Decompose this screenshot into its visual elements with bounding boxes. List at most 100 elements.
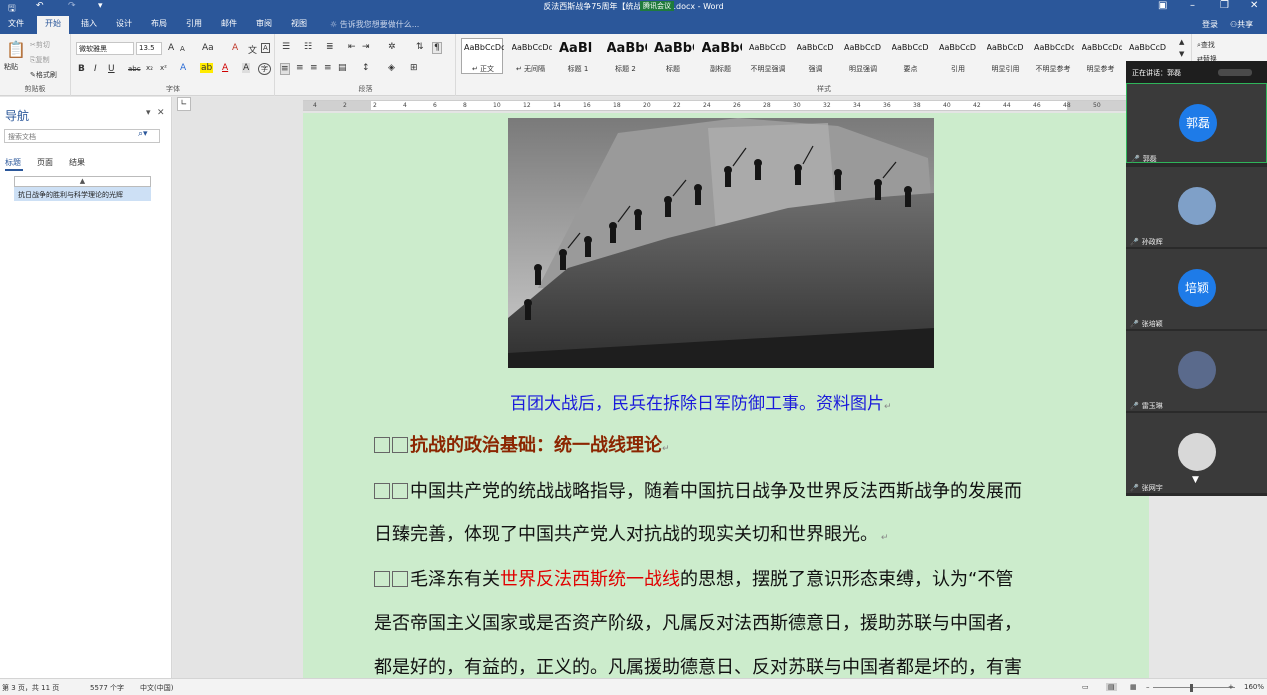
restore-button[interactable]: ❐	[1220, 0, 1229, 11]
character-border-icon[interactable]: A	[261, 43, 270, 53]
shading-icon[interactable]: ◈	[388, 63, 395, 73]
copy-button[interactable]: ⎘复制	[30, 55, 50, 65]
align-right-icon[interactable]: ≡	[310, 63, 318, 73]
share-button[interactable]: ⚇共享	[1230, 19, 1253, 30]
chinese-layout-icon[interactable]: ✲	[388, 42, 396, 52]
nav-tab-headings[interactable]: 标题	[5, 157, 21, 168]
style-tile[interactable]: AaBbCcD 明显强调	[841, 38, 883, 74]
style-tile[interactable]: AaBbCcDd ↵ 正文	[461, 38, 504, 74]
gallery-up-icon[interactable]: ▲	[1179, 38, 1184, 46]
tab-view[interactable]: 视图	[291, 18, 307, 29]
sort-icon[interactable]: ⇅	[416, 42, 424, 52]
read-mode-icon[interactable]: ▭	[1082, 683, 1089, 691]
strikethrough-icon[interactable]: abc	[128, 65, 141, 73]
sign-in-link[interactable]: 登录	[1202, 19, 1218, 30]
bold-icon[interactable]: B	[78, 64, 85, 74]
horizontal-ruler[interactable]: 4 2 2 4 6 8 10 12 14 16 18 20 22 24 26 28 30 32 34 36 38 40 42…	[303, 100, 1127, 111]
page-count[interactable]: 第 3 页，共 11 页	[2, 683, 59, 693]
historical-photo[interactable]	[508, 118, 934, 368]
gallery-down-icon[interactable]: ▼	[1179, 50, 1184, 58]
tell-me-box[interactable]: ☼ 告诉我您想要做什么...	[330, 19, 419, 30]
zoom-slider[interactable]	[1153, 687, 1235, 688]
show-marks-icon[interactable]: ¶	[432, 42, 442, 54]
zoom-level[interactable]: 160%	[1244, 683, 1264, 691]
participant-tile[interactable]: 培颖 🎤 张培颖	[1126, 249, 1267, 329]
character-shading-icon[interactable]: A	[242, 63, 251, 73]
tab-design[interactable]: 设计	[116, 18, 132, 29]
italic-icon[interactable]: I	[94, 64, 97, 74]
font-name-select[interactable]: 微软雅黑	[76, 42, 134, 55]
tab-home[interactable]: 开始	[37, 16, 69, 34]
participant-tile[interactable]: 郭磊 🎤 郭磊	[1126, 83, 1267, 163]
tab-layout[interactable]: 布局	[151, 18, 167, 29]
nav-options-icon[interactable]: ▾	[146, 108, 151, 118]
nav-close-icon[interactable]: ✕	[157, 108, 165, 118]
borders-icon[interactable]: ⊞	[410, 63, 418, 73]
clear-formatting-icon[interactable]: A	[232, 43, 238, 53]
nav-heading-item[interactable]: 抗日战争的胜利与科学理论的光辉	[14, 187, 151, 201]
numbering-icon[interactable]: ☷	[304, 42, 312, 52]
enclose-character-icon[interactable]: 字	[258, 63, 271, 75]
search-icon[interactable]: ⌕▾	[138, 129, 148, 139]
ribbon-display-options-icon[interactable]: ▣	[1158, 0, 1167, 11]
scroll-down-icon[interactable]: ▼	[1192, 475, 1199, 485]
tab-selector[interactable]: ∟	[177, 97, 191, 111]
close-button[interactable]: ✕	[1250, 0, 1258, 11]
shrink-font-icon[interactable]: A	[180, 45, 185, 53]
underline-icon[interactable]: U	[108, 64, 115, 74]
justify-icon[interactable]: ≡	[324, 63, 332, 73]
zoom-in-icon[interactable]: +	[1228, 683, 1234, 691]
paste-label[interactable]: 粘贴	[4, 62, 18, 72]
style-tile[interactable]: AaBbCcD 明显引用	[984, 38, 1026, 74]
participant-tile[interactable]: 🎤 雷玉琳	[1126, 331, 1267, 411]
line-spacing-icon[interactable]: ↕	[362, 63, 370, 73]
font-size-select[interactable]: 13.5	[136, 42, 162, 55]
format-painter-button[interactable]: ✎格式刷	[30, 70, 57, 80]
zoom-slider-knob[interactable]	[1190, 684, 1193, 692]
align-left-icon[interactable]: ≡	[280, 63, 290, 75]
style-tile[interactable]: AaBbCcDd 不明显参考	[1031, 38, 1074, 74]
style-tile[interactable]: AaBbCcD 引用	[936, 38, 978, 74]
collapse-all-icon[interactable]: ▲	[14, 176, 151, 187]
style-tile[interactable]: AaBl 标题 1	[556, 38, 598, 74]
style-tile[interactable]: AaBbCcDd ↵ 无间隔	[509, 38, 552, 74]
style-tile[interactable]: AaBbCcD 要点	[889, 38, 931, 74]
nav-tab-results[interactable]: 结果	[69, 157, 85, 168]
nav-tab-pages[interactable]: 页面	[37, 157, 53, 168]
multilevel-list-icon[interactable]: ≣	[326, 42, 334, 52]
minimize-button[interactable]: –	[1190, 0, 1195, 11]
document-page[interactable]: 百团大战后，民兵在拆除日军防御工事。资料图片↵ 抗战的政治基础：统一战线理论↵ …	[303, 113, 1149, 678]
increase-indent-icon[interactable]: ⇥	[362, 42, 370, 52]
bullets-icon[interactable]: ☰	[282, 42, 290, 52]
tab-insert[interactable]: 插入	[81, 18, 97, 29]
font-color-icon[interactable]: A	[222, 63, 228, 73]
grow-font-icon[interactable]: A	[168, 43, 174, 53]
tab-mailings[interactable]: 邮件	[221, 18, 237, 29]
highlight-icon[interactable]: ab	[200, 63, 214, 73]
language-status[interactable]: 中文(中国)	[140, 683, 173, 693]
zoom-out-icon[interactable]: –	[1146, 683, 1150, 691]
find-button[interactable]: ⌕查找	[1197, 40, 1215, 50]
style-tile[interactable]: AaBbCcDd 明显参考	[1079, 38, 1122, 74]
participant-tile[interactable]: 🎤 孙政辉	[1126, 167, 1267, 247]
text-effects-icon[interactable]: A	[180, 63, 186, 73]
style-tile[interactable]: AaBbCcD 不明显强调	[746, 38, 788, 74]
web-layout-icon[interactable]: ▦	[1130, 683, 1137, 691]
meeting-overlay-label[interactable]: 腾讯会议	[640, 1, 674, 11]
tab-file[interactable]: 文件	[8, 18, 24, 29]
align-center-icon[interactable]: ≡	[296, 63, 304, 73]
panel-drag-handle[interactable]	[1218, 69, 1252, 76]
print-layout-icon[interactable]: ▤	[1106, 683, 1117, 691]
distributed-icon[interactable]: ▤	[338, 63, 347, 73]
word-count[interactable]: 5577 个字	[90, 683, 124, 693]
style-tile[interactable]: AaBbCcD 强调	[794, 38, 836, 74]
decrease-indent-icon[interactable]: ⇤	[348, 42, 356, 52]
style-tile[interactable]: AaBbC 副标题	[699, 38, 742, 74]
change-case-icon[interactable]: Aa	[202, 43, 214, 53]
style-tile[interactable]: AaBbC 标题 2	[604, 38, 647, 74]
subscript-icon[interactable]: x₂	[146, 64, 153, 72]
style-tile[interactable]: AaBbC 标题	[651, 38, 694, 74]
superscript-icon[interactable]: x²	[160, 64, 167, 72]
tab-review[interactable]: 审阅	[256, 18, 272, 29]
phonetic-guide-icon[interactable]: 文	[248, 43, 257, 56]
